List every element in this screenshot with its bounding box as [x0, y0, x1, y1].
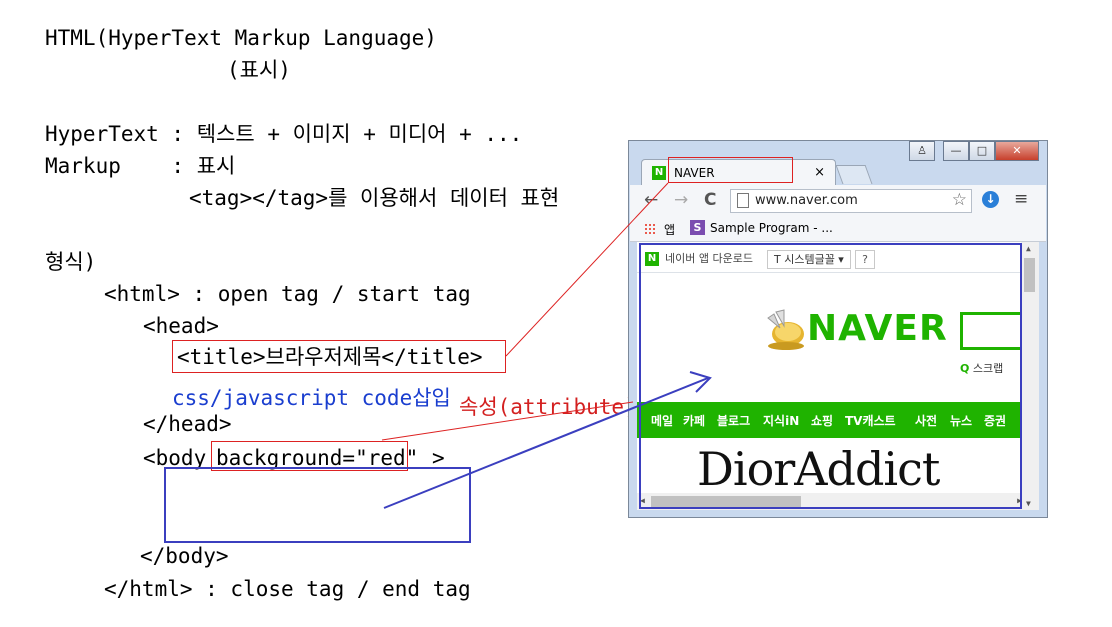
annotation-arrows: [381, 182, 712, 509]
body-connector-arrow: [383, 377, 709, 509]
attribute-connector-line: [381, 401, 634, 441]
title-connector-line: [505, 182, 669, 357]
